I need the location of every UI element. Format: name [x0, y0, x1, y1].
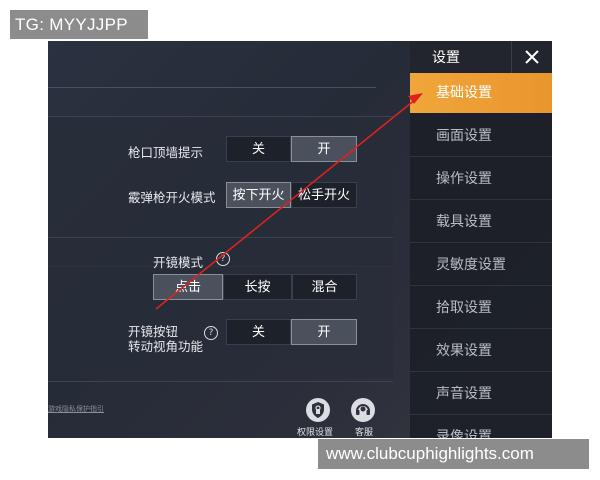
game-settings-screen: 枪口顶墙提示 关 开 霰弹枪开火模式 按下开火 松手开火 开镜模式 ? 点击 长… — [48, 41, 552, 438]
annotation-arrow — [155, 93, 423, 310]
watermark-top: TG: MYYJJPP — [10, 10, 148, 39]
watermark-bottom: www.clubcuphighlights.com — [318, 439, 589, 469]
